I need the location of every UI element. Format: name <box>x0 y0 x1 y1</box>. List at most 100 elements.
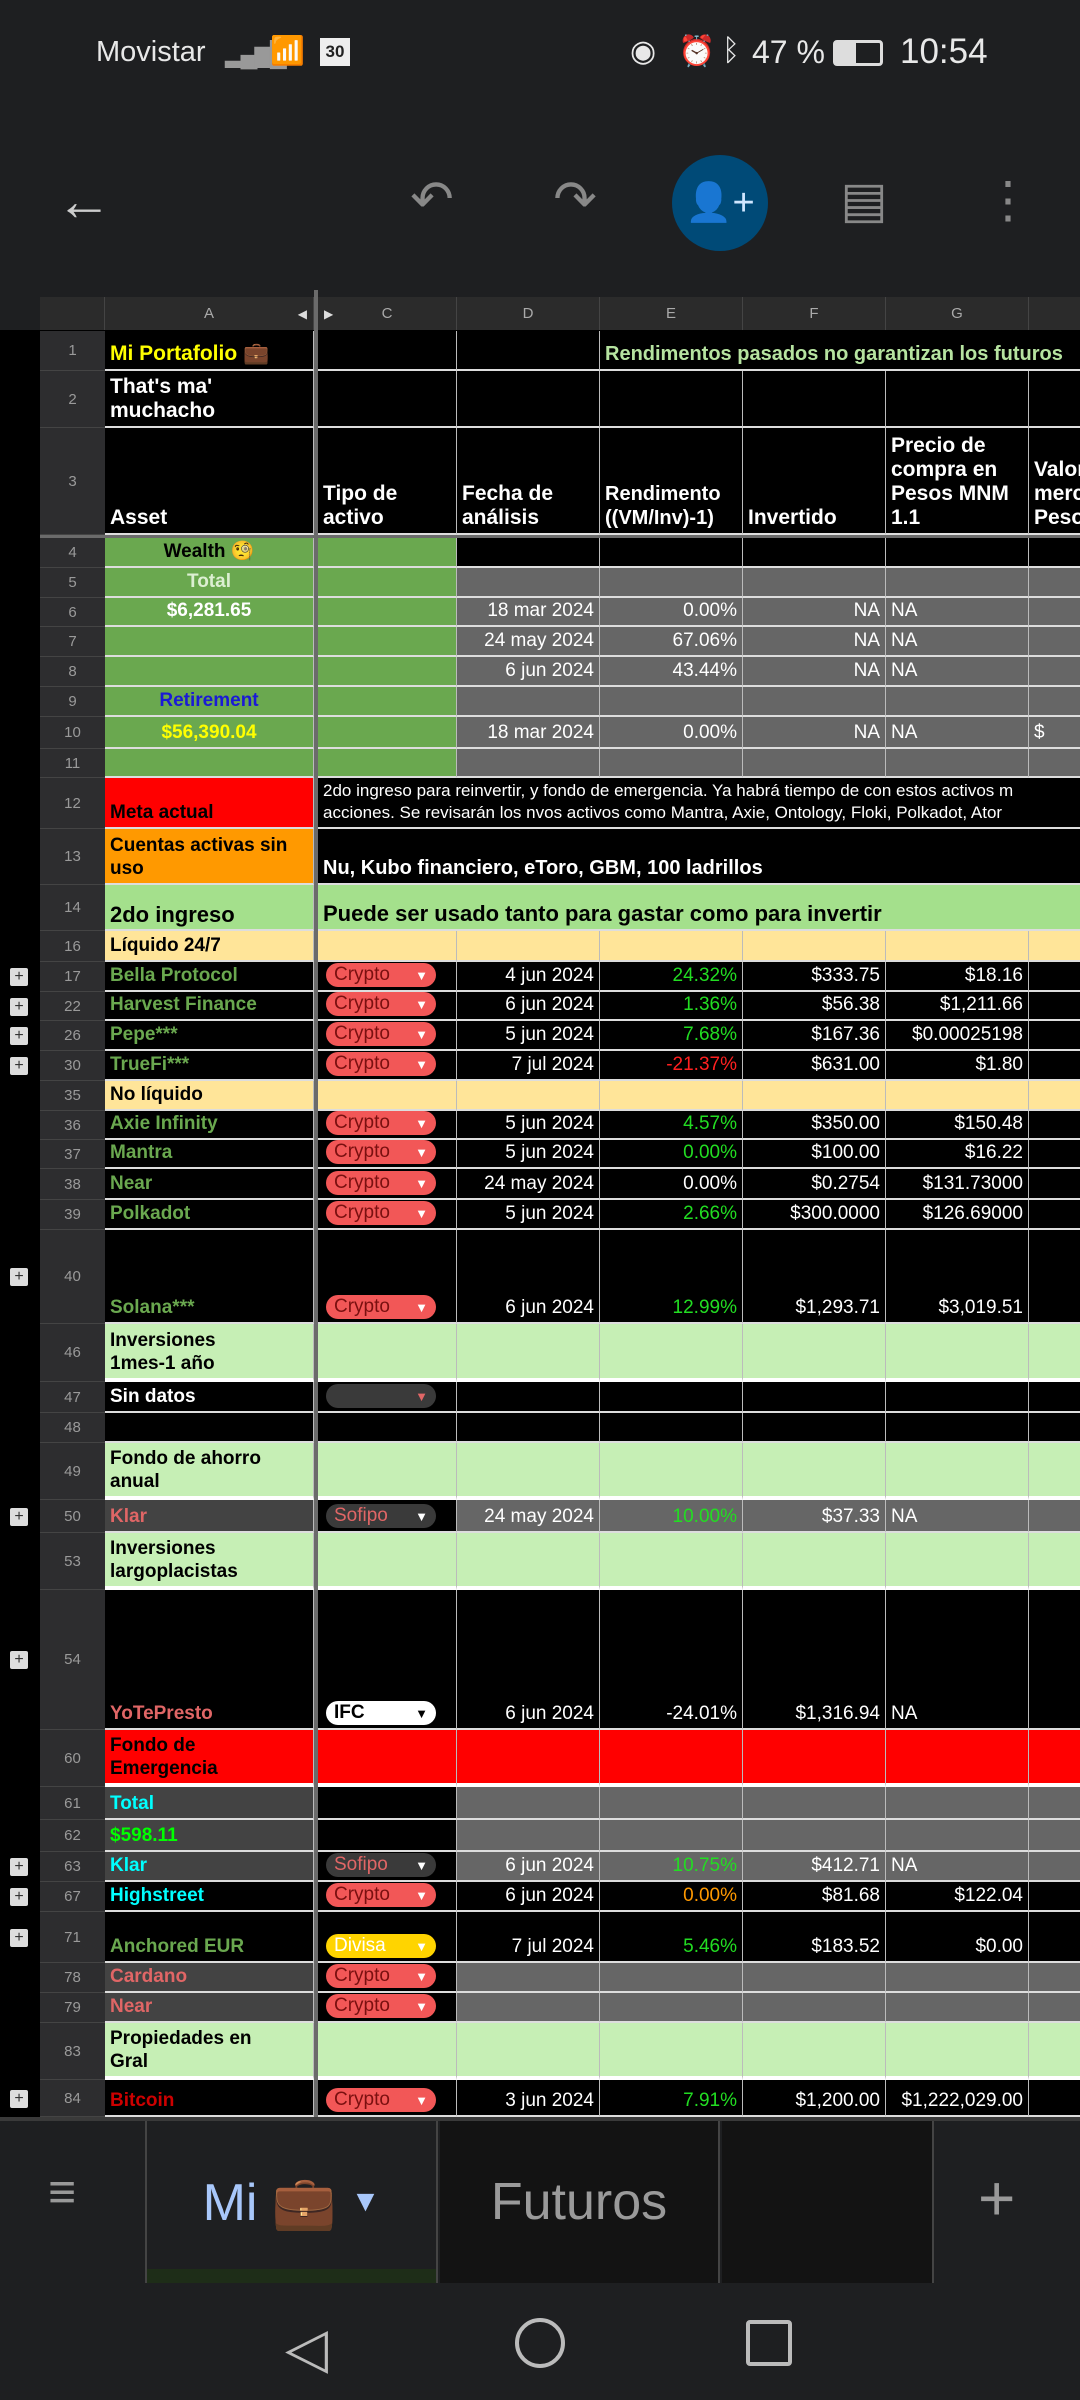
date-cell[interactable]: 6 jun 2024 <box>457 1590 600 1730</box>
invested-cell[interactable] <box>743 749 886 778</box>
type-cell[interactable]: Crypto ▼ <box>318 1051 457 1081</box>
invested-cell[interactable] <box>743 1413 886 1443</box>
price-cell[interactable] <box>886 1413 1029 1443</box>
date-cell[interactable] <box>457 687 600 717</box>
asset-name[interactable]: Near <box>105 1993 314 2023</box>
type-cell[interactable] <box>318 1081 457 1111</box>
date-cell[interactable]: 24 may 2024 <box>457 627 600 657</box>
rend-cell[interactable] <box>600 1324 743 1382</box>
header-market[interactable]: Valor mercado Pesos <box>1029 428 1080 535</box>
price-cell[interactable]: $16.22 <box>886 1140 1029 1169</box>
rend-cell[interactable] <box>600 1963 743 1993</box>
rend-cell[interactable]: 4.57% <box>600 1111 743 1140</box>
row-number[interactable]: 48 <box>40 1413 105 1443</box>
row-number[interactable]: 8 <box>40 657 105 687</box>
rend-cell[interactable]: 2.66% <box>600 1200 743 1230</box>
date-cell[interactable] <box>457 1533 600 1590</box>
rend-cell[interactable]: 43.44% <box>600 657 743 687</box>
rend-cell[interactable]: 12.99% <box>600 1230 743 1324</box>
price-cell[interactable]: NA <box>886 1852 1029 1882</box>
column-header-f[interactable]: F <box>743 297 886 330</box>
invested-cell[interactable]: NA <box>743 657 886 687</box>
price-cell[interactable]: $0.00025198 <box>886 1021 1029 1051</box>
price-cell[interactable] <box>886 1382 1029 1413</box>
row-number[interactable]: 26 <box>40 1021 105 1051</box>
comment-icon[interactable]: ▤ <box>824 160 904 240</box>
market-cell[interactable] <box>1029 1963 1080 1993</box>
invested-cell[interactable] <box>743 1730 886 1787</box>
row-number[interactable]: 16 <box>40 931 105 962</box>
market-cell[interactable] <box>1029 538 1080 568</box>
invested-cell[interactable] <box>743 931 886 962</box>
type-dropdown-chip[interactable]: Crypto ▼ <box>326 1052 436 1076</box>
rend-cell[interactable]: 67.06% <box>600 627 743 657</box>
header-date[interactable]: Fecha de análisis <box>457 428 600 535</box>
asset-name[interactable]: Anchored EUR <box>105 1912 314 1963</box>
market-cell[interactable] <box>1029 657 1080 687</box>
type-cell[interactable]: Crypto ▼ <box>318 2080 457 2117</box>
invested-cell[interactable]: $183.52 <box>743 1912 886 1963</box>
column-header-a[interactable]: A ◀ <box>105 297 314 330</box>
rend-cell[interactable]: 0.00% <box>600 1169 743 1200</box>
market-cell[interactable] <box>1029 1051 1080 1081</box>
price-cell[interactable]: $1,211.66 <box>886 992 1029 1021</box>
market-cell[interactable] <box>1029 749 1080 778</box>
market-cell[interactable] <box>1029 568 1080 598</box>
invested-cell[interactable] <box>743 1993 886 2023</box>
date-cell[interactable]: 5 jun 2024 <box>457 1200 600 1230</box>
rend-cell[interactable] <box>600 1533 743 1590</box>
price-cell[interactable] <box>886 568 1029 598</box>
column-header-e[interactable]: E <box>600 297 743 330</box>
market-cell[interactable] <box>1029 1590 1080 1730</box>
asset-name[interactable]: No líquido <box>105 1081 314 1111</box>
type-cell[interactable] <box>318 627 457 657</box>
asset-name[interactable]: Pepe*** <box>105 1021 314 1051</box>
row-number[interactable]: 46 <box>40 1324 105 1382</box>
invested-cell[interactable] <box>743 1382 886 1413</box>
rend-cell[interactable]: 7.91% <box>600 2080 743 2117</box>
invested-cell[interactable] <box>743 1820 886 1852</box>
market-cell[interactable] <box>1029 1820 1080 1852</box>
invested-cell[interactable]: NA <box>743 598 886 627</box>
price-cell[interactable] <box>886 1730 1029 1787</box>
row-number[interactable]: 3 <box>40 428 105 535</box>
rend-cell[interactable] <box>600 568 743 598</box>
row-number[interactable]: 10 <box>40 717 105 749</box>
asset-name[interactable]: Fondo de Emergencia <box>105 1730 314 1787</box>
row-number[interactable]: 61 <box>40 1787 105 1820</box>
type-cell[interactable]: Crypto ▼ <box>318 962 457 992</box>
rend-cell[interactable] <box>600 538 743 568</box>
market-cell[interactable] <box>1029 1200 1080 1230</box>
date-cell[interactable]: 7 jul 2024 <box>457 1051 600 1081</box>
rend-cell[interactable]: 0.00% <box>600 598 743 627</box>
type-cell[interactable]: Crypto ▼ <box>318 1140 457 1169</box>
select-all-corner[interactable] <box>40 297 105 330</box>
asset-name[interactable]: Meta actual <box>105 778 314 829</box>
invested-cell[interactable] <box>743 1443 886 1500</box>
type-cell[interactable] <box>318 657 457 687</box>
date-cell[interactable]: 6 jun 2024 <box>457 992 600 1021</box>
asset-name[interactable]: Retirement <box>105 687 314 717</box>
asset-name[interactable]: $598.11 <box>105 1820 314 1852</box>
market-cell[interactable] <box>1029 1730 1080 1787</box>
type-cell[interactable] <box>318 1443 457 1500</box>
type-cell[interactable]: Crypto ▼ <box>318 1230 457 1324</box>
row-number[interactable]: 30 <box>40 1051 105 1081</box>
rend-cell[interactable] <box>600 1382 743 1413</box>
type-dropdown-chip[interactable]: ▼ <box>326 1384 436 1408</box>
price-cell[interactable]: NA <box>886 627 1029 657</box>
asset-name[interactable]: Cuentas activas sin uso <box>105 829 314 885</box>
invested-cell[interactable] <box>743 1081 886 1111</box>
nav-back-icon[interactable]: ◁ <box>285 2315 328 2381</box>
asset-name[interactable]: $56,390.04 <box>105 717 314 749</box>
type-cell[interactable] <box>318 1730 457 1787</box>
row-note[interactable]: Puede ser usado tanto para gastar como p… <box>318 885 1080 931</box>
row-number[interactable]: 17 <box>40 962 105 992</box>
market-cell[interactable] <box>1029 598 1080 627</box>
asset-name[interactable] <box>105 627 314 657</box>
invested-cell[interactable]: $81.68 <box>743 1882 886 1912</box>
row-number[interactable]: 62 <box>40 1820 105 1852</box>
type-cell[interactable] <box>318 1820 457 1852</box>
asset-name[interactable]: TrueFi*** <box>105 1051 314 1081</box>
expand-group-button[interactable]: + <box>10 1507 28 1526</box>
